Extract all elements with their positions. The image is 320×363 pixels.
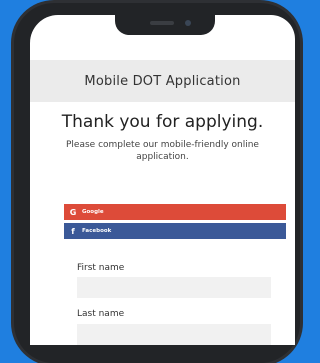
facebook-icon: f (71, 226, 75, 236)
app-title: Mobile DOT Application (84, 73, 241, 89)
last-name-label: Last name (77, 309, 125, 319)
front-camera (185, 20, 191, 26)
google-signin-button[interactable]: G Google (64, 204, 286, 220)
phone-screen: Mobile DOT Application Thank you for app… (30, 15, 295, 345)
facebook-label: Facebook (82, 228, 112, 234)
last-name-input[interactable] (77, 324, 271, 345)
facebook-signin-button[interactable]: f Facebook (64, 223, 286, 239)
instructions-text: Please complete our mobile-friendly onli… (66, 140, 259, 162)
app-header: Mobile DOT Application (30, 60, 295, 102)
speaker-grille (150, 21, 174, 25)
google-label: Google (82, 209, 104, 215)
first-name-label: First name (77, 263, 125, 273)
google-icon: G (69, 207, 77, 217)
thank-you-heading: Thank you for applying. (61, 112, 264, 132)
first-name-input[interactable] (77, 277, 271, 298)
phone-notch (115, 13, 215, 35)
